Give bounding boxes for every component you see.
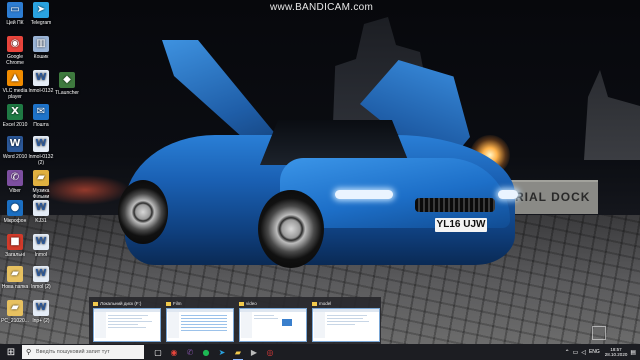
desktop-icon-label: Пошта bbox=[33, 122, 49, 128]
bandicam-taskbar-icon[interactable]: ◎ bbox=[264, 346, 276, 358]
recycle-bin-icon: ▥ bbox=[33, 36, 49, 52]
preview-video[interactable]: video bbox=[239, 300, 307, 342]
car-wheel-rear bbox=[118, 180, 168, 244]
desktop-icon-label: Музика Фільми bbox=[32, 188, 50, 200]
volume-icon[interactable]: ◁ bbox=[581, 349, 586, 356]
folder-icon: ▰ bbox=[33, 170, 49, 186]
desktop-icon[interactable]: ▥ Кошик bbox=[26, 36, 56, 60]
desktop-icon[interactable]: Wlnmol-0132 (2) bbox=[26, 136, 56, 166]
car-headlight-left bbox=[335, 190, 393, 199]
desktop-icon-label: lnp+ (2) bbox=[32, 318, 50, 324]
car-image: YL16 UJW bbox=[110, 40, 520, 270]
action-center-corner-icon[interactable] bbox=[592, 326, 606, 340]
language-indicator[interactable]: ENG bbox=[589, 349, 600, 355]
preview-thumbnail bbox=[312, 308, 380, 342]
desktop-icon-label: Telegram bbox=[30, 20, 52, 26]
folder-icon: ▰ bbox=[7, 266, 23, 282]
folder-icon bbox=[312, 302, 317, 306]
preview-thumbnail bbox=[239, 308, 307, 342]
desktop-icon[interactable]: Wlnmol (2) bbox=[26, 266, 56, 290]
car-license-plate: YL16 UJW bbox=[435, 218, 487, 232]
preview-title: model bbox=[319, 301, 332, 306]
car-grille bbox=[415, 198, 495, 212]
car-wheel-front bbox=[258, 190, 324, 268]
mail-icon: ✉ bbox=[33, 104, 49, 120]
preview-model[interactable]: model bbox=[312, 300, 380, 342]
viber-icon: ✆ bbox=[7, 170, 23, 186]
document-icon: W bbox=[33, 234, 49, 250]
vlc-icon: ▲ bbox=[7, 70, 23, 86]
taskbar-window-previews: Локальний диск (F:) Film video model bbox=[89, 297, 381, 345]
telegram-icon: ➤ bbox=[33, 2, 49, 18]
folder-icon bbox=[239, 302, 244, 306]
file-explorer-taskbar-icon[interactable]: ▰ bbox=[232, 346, 244, 360]
desktop-icon[interactable]: ➤ Telegram bbox=[26, 2, 56, 26]
document-icon: W bbox=[33, 70, 49, 86]
taskbar: ⊞ ⚲ Введіть пошуковий запит тут ▢ ◉ ✆ ● … bbox=[0, 344, 640, 360]
preview-title: Film bbox=[173, 301, 182, 306]
task-view-icon[interactable]: ▢ bbox=[152, 346, 164, 358]
preview-thumbnail bbox=[166, 308, 234, 342]
viber-taskbar-icon[interactable]: ✆ bbox=[184, 346, 196, 358]
this-pc-icon: ▭ bbox=[7, 2, 23, 18]
desktop-icon-label: Кошик bbox=[33, 54, 49, 60]
excel-icon: X bbox=[7, 104, 23, 120]
folder-icon: ▰ bbox=[7, 300, 23, 316]
document-icon: W bbox=[33, 200, 49, 216]
preview-local-disk-f[interactable]: Локальний диск (F:) bbox=[93, 300, 161, 342]
desktop-wallpaper: ERIAL DOCK YL16 UJW bbox=[0, 0, 640, 344]
folder-icon bbox=[93, 302, 98, 306]
desktop-icon[interactable]: ✉ Пошта bbox=[26, 104, 56, 128]
bandicam-watermark: www.BANDICAM.com bbox=[270, 2, 374, 13]
search-icon: ⚲ bbox=[26, 348, 32, 356]
desktop-icon-label: lnmol bbox=[35, 252, 47, 258]
preview-thumbnail bbox=[93, 308, 161, 342]
system-tray: ⌃ ▭ ◁ ENG 18:57 28.10.2020 ▤ bbox=[565, 344, 640, 360]
word-icon: W bbox=[7, 136, 23, 152]
ship-silhouette-right bbox=[584, 70, 640, 160]
clock[interactable]: 18:57 28.10.2020 bbox=[605, 347, 628, 358]
app-red-icon: ■ bbox=[7, 234, 23, 250]
chrome-taskbar-icon[interactable]: ◉ bbox=[168, 346, 180, 358]
desktop-icon[interactable]: ▰ Музика Фільми bbox=[26, 170, 56, 200]
microphone-icon: ● bbox=[7, 200, 23, 216]
car-headlight-right bbox=[498, 190, 518, 199]
preview-title: video bbox=[246, 301, 257, 306]
start-button[interactable]: ⊞ bbox=[0, 344, 22, 360]
spotify-taskbar-icon[interactable]: ● bbox=[200, 346, 212, 358]
clock-date: 28.10.2020 bbox=[604, 352, 628, 357]
desktop-icon[interactable]: W KJ31 bbox=[26, 200, 56, 224]
document-icon: W bbox=[33, 266, 49, 282]
desktop-icon-label: KJ31 bbox=[35, 218, 47, 224]
chrome-icon: ◉ bbox=[7, 36, 23, 52]
taskbar-search-box[interactable]: ⚲ Введіть пошуковий запит тут bbox=[22, 345, 144, 359]
network-icon[interactable]: ▭ bbox=[573, 349, 579, 356]
desktop-icon-label: lnmol (2) bbox=[31, 284, 51, 290]
show-hidden-icons-icon[interactable]: ⌃ bbox=[565, 349, 570, 356]
document-icon: W bbox=[33, 300, 49, 316]
desktop-icon[interactable]: Wlnmol bbox=[26, 234, 56, 258]
windows-logo-icon: ⊞ bbox=[6, 346, 16, 358]
preview-title: Локальний диск (F:) bbox=[100, 301, 142, 306]
document-icon: W bbox=[33, 136, 49, 152]
preview-film[interactable]: Film bbox=[166, 300, 234, 342]
notifications-icon[interactable]: ▤ bbox=[630, 349, 636, 356]
tlauncher-icon: ◆ bbox=[59, 72, 75, 88]
search-placeholder: Введіть пошуковий запит тут bbox=[36, 349, 110, 355]
telegram-taskbar-icon[interactable]: ➤ bbox=[216, 346, 228, 358]
desktop-icon-label: lnmol-0132 (2) bbox=[28, 154, 54, 166]
desktop-icon[interactable]: ◆ TLauncher bbox=[52, 72, 82, 96]
desktop-icon-label: TLauncher bbox=[55, 90, 79, 96]
desktop-icon[interactable]: Wlnp+ (2) bbox=[26, 300, 56, 324]
folder-icon bbox=[166, 302, 171, 306]
media-player-taskbar-icon[interactable]: ▶ bbox=[248, 346, 260, 358]
